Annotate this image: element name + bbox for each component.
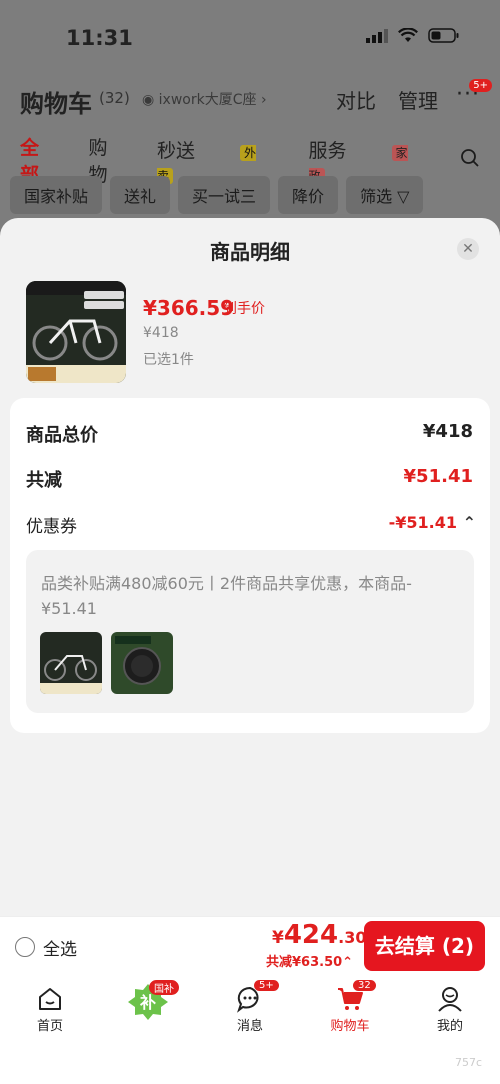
nav-home[interactable]: 首页 (10, 985, 90, 1034)
status-icons (366, 28, 460, 43)
wifi-icon (398, 28, 418, 42)
nav-profile[interactable]: 我的 (410, 985, 490, 1034)
saved-toggle[interactable]: 共减¥63.50⌃ (266, 951, 353, 970)
coupon-value: -¥51.41 (388, 513, 458, 532)
total-dec: .30 (338, 928, 367, 947)
total-int: 424 (283, 920, 339, 950)
coupon-toggle[interactable]: -¥51.41 ⌃ (389, 513, 476, 532)
coupon-label: 优惠券 (26, 517, 77, 537)
compare-button[interactable]: 对比 (336, 85, 376, 114)
product-image (26, 281, 126, 383)
chevron-up-icon: ⌃ (342, 955, 354, 970)
address-text: ixwork大厦C座 › (158, 92, 267, 108)
more-badge: 5+ (469, 79, 492, 92)
filter-chip[interactable]: 送礼 (110, 176, 171, 214)
total-label: 商品总价 (26, 425, 98, 446)
filter-chip[interactable]: 筛选 ▽ (346, 176, 424, 214)
profile-icon (438, 987, 462, 1012)
address-selector[interactable]: ◉ ixwork大厦C座 › (142, 89, 267, 109)
total-value: ¥418 (422, 421, 473, 442)
tab-flash-label: 秒送 (157, 139, 196, 162)
nav-profile-label: 我的 (436, 1019, 463, 1034)
checkout-button[interactable]: 去结算 (2) (364, 921, 485, 971)
cart-title: 购物车 (20, 90, 92, 118)
filter-chip[interactable]: 降价 (278, 176, 339, 214)
signal-icon (366, 28, 388, 43)
total-price: ¥424.30 (272, 920, 366, 950)
filter-chip[interactable]: 国家补贴 (10, 176, 103, 214)
select-all-checkbox[interactable] (15, 937, 35, 957)
status-time: 11:31 (66, 26, 133, 50)
nav-messages[interactable]: 消息 (210, 985, 290, 1034)
tab-service-label: 服务 (308, 139, 347, 162)
chevron-up-icon: ⌃ (462, 513, 476, 532)
cart-count: (32) (99, 89, 130, 107)
filter-chips: 国家补贴 送礼 买一试三 降价 筛选 ▽ (10, 176, 490, 214)
price-label: 到手价 (223, 301, 265, 317)
home-icon (39, 988, 61, 1010)
top-actions: 对比 管理 (336, 85, 438, 114)
filter-chip[interactable]: 买一试三 (178, 176, 271, 214)
manage-button[interactable]: 管理 (398, 85, 438, 114)
nav-messages-label: 消息 (236, 1019, 263, 1034)
select-all-label[interactable]: 全选 (43, 935, 77, 960)
watermark: 757c (454, 1056, 482, 1069)
battery-icon (428, 28, 459, 43)
coupon-product-thumb (40, 632, 102, 694)
coupon-detail-text: 品类补贴满480减60元丨2件商品共享优惠，本商品-¥51.41 (41, 574, 412, 618)
discount-label: 共减 (26, 470, 62, 491)
nav-home-label: 首页 (36, 1019, 63, 1034)
svg-text:补: 补 (139, 993, 156, 1012)
sheet-title: 商品明细 (210, 240, 290, 264)
coupon-product-thumb (111, 632, 173, 694)
nav-cart[interactable]: 购物车 (310, 985, 390, 1034)
cart-badge: 32 (353, 980, 376, 991)
close-icon[interactable]: ✕ (457, 238, 479, 260)
search-icon[interactable] (460, 148, 480, 173)
messages-badge: 5+ (254, 980, 279, 991)
nav-cart-label: 购物车 (330, 1019, 370, 1034)
original-price: ¥418 (143, 325, 179, 341)
discount-value: ¥51.41 (403, 466, 473, 487)
currency-symbol: ¥ (272, 928, 284, 948)
saved-amount: 共减¥63.50 (266, 955, 343, 970)
selected-count: 已选1件 (143, 352, 194, 368)
subsidy-badge: 国补 (149, 980, 179, 995)
eye-icon: ◉ (142, 92, 159, 108)
product-price: ¥366.59 (143, 296, 235, 320)
